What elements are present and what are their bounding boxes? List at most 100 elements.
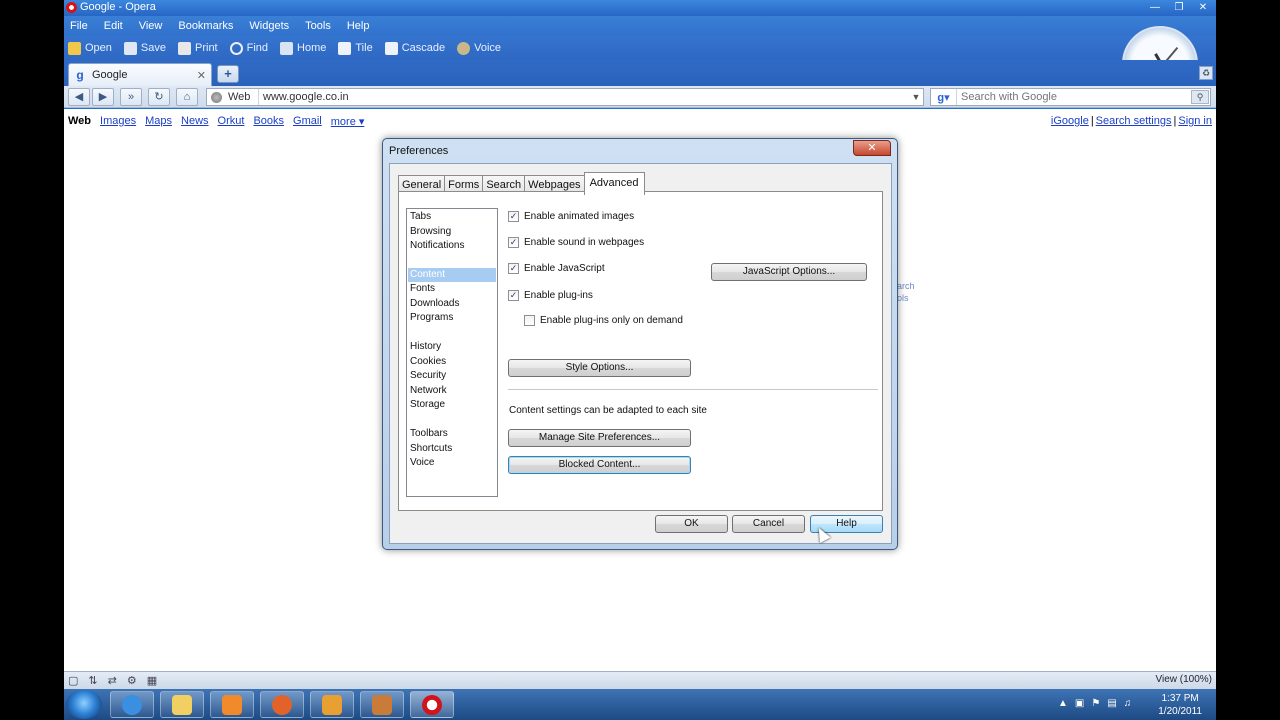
category-storage[interactable]: Storage: [408, 398, 496, 412]
new-tab-button[interactable]: +: [217, 65, 239, 83]
settings-icon[interactable]: ⚙: [127, 674, 137, 687]
checkbox-checked[interactable]: ✓: [508, 211, 519, 222]
menu-widgets[interactable]: Widgets: [249, 20, 289, 32]
forward-button[interactable]: ▶: [92, 88, 114, 106]
cascade-button[interactable]: Cascade: [384, 41, 445, 55]
search-go-icon[interactable]: ⚲: [1191, 90, 1209, 104]
menu-bookmarks[interactable]: Bookmarks: [178, 20, 233, 32]
checkbox-checked[interactable]: ✓: [508, 237, 519, 248]
minimize-button[interactable]: —: [1144, 0, 1166, 14]
taskbar-ie[interactable]: [110, 691, 154, 718]
home-nav-button[interactable]: ⌂: [176, 88, 198, 106]
igoogle-link[interactable]: iGoogle: [1051, 115, 1089, 127]
sound-checkbox[interactable]: ✓ Enable sound in webpages: [508, 237, 644, 248]
start-button[interactable]: [66, 690, 102, 719]
gbar-orkut[interactable]: Orkut: [218, 115, 245, 128]
category-downloads[interactable]: Downloads: [408, 297, 496, 311]
save-button[interactable]: Save: [123, 41, 166, 55]
category-network[interactable]: Network: [408, 384, 496, 398]
zoom-control[interactable]: View (100%): [1155, 674, 1212, 685]
ok-button[interactable]: OK: [655, 515, 728, 533]
javascript-options-button[interactable]: JavaScript Options...: [711, 263, 867, 281]
menu-view[interactable]: View: [139, 20, 163, 32]
image-icon[interactable]: ▦: [147, 674, 157, 687]
gbar-more[interactable]: more ▾: [331, 115, 365, 128]
search-engine-icon[interactable]: g▾: [931, 89, 957, 105]
javascript-checkbox[interactable]: ✓ Enable JavaScript: [508, 263, 605, 274]
tab-advanced[interactable]: Advanced: [583, 172, 645, 195]
back-button[interactable]: ◀: [68, 88, 90, 106]
gbar-images[interactable]: Images: [100, 115, 136, 128]
checkbox-checked[interactable]: ✓: [508, 263, 519, 274]
category-voice[interactable]: Voice: [408, 456, 496, 470]
style-options-button[interactable]: Style Options...: [508, 359, 691, 377]
tray-app-icon[interactable]: ▣: [1075, 698, 1084, 709]
sign-in-link[interactable]: Sign in: [1178, 115, 1212, 127]
trash-icon[interactable]: ♻: [1199, 66, 1213, 80]
volume-icon[interactable]: ♫: [1124, 698, 1132, 709]
home-button[interactable]: Home: [280, 41, 326, 55]
blocked-content-button[interactable]: Blocked Content...: [508, 456, 691, 474]
title-bar[interactable]: Google - Opera — ❐ ✕: [64, 0, 1216, 16]
taskbar-explorer[interactable]: [160, 691, 204, 718]
dialog-close-button[interactable]: ✕: [853, 140, 891, 156]
chevron-down-icon[interactable]: ▼: [909, 92, 923, 102]
network-tray-icon[interactable]: ▤: [1107, 698, 1116, 709]
category-notifications[interactable]: Notifications: [408, 239, 496, 253]
show-hidden-icons[interactable]: ▲: [1058, 698, 1068, 709]
plugins-checkbox[interactable]: ✓ Enable plug-ins: [508, 290, 593, 301]
address-field[interactable]: Web www.google.co.in ▼: [206, 88, 924, 106]
plugins-on-demand-checkbox[interactable]: Enable plug-ins only on demand: [524, 315, 683, 326]
print-button[interactable]: Print: [178, 41, 218, 55]
network-icon[interactable]: ⇄: [108, 674, 117, 687]
category-fonts[interactable]: Fonts: [408, 282, 496, 296]
gbar-gmail[interactable]: Gmail: [293, 115, 322, 128]
menu-file[interactable]: File: [70, 20, 88, 32]
taskbar-media[interactable]: [210, 691, 254, 718]
cancel-button[interactable]: Cancel: [732, 515, 805, 533]
gbar-news[interactable]: News: [181, 115, 209, 128]
category-history[interactable]: History: [408, 340, 496, 354]
restore-button[interactable]: ❐: [1168, 0, 1190, 14]
sync-icon[interactable]: ⇅: [88, 674, 97, 687]
find-button[interactable]: Find: [229, 41, 268, 55]
taskbar-clock[interactable]: 1:37 PM 1/20/2011: [1158, 692, 1202, 718]
tab-google[interactable]: g Google ✕: [68, 63, 212, 86]
security-badge[interactable]: Web: [207, 89, 259, 105]
category-tabs[interactable]: Tabs: [408, 210, 496, 224]
gbar-web[interactable]: Web: [68, 115, 91, 128]
category-list[interactable]: Tabs Browsing Notifications Content Font…: [406, 208, 498, 497]
animated-images-checkbox[interactable]: ✓ Enable animated images: [508, 211, 634, 222]
manage-site-preferences-button[interactable]: Manage Site Preferences...: [508, 429, 691, 447]
category-security[interactable]: Security: [408, 369, 496, 383]
url-text[interactable]: www.google.co.in: [263, 91, 909, 103]
taskbar-outlook[interactable]: [310, 691, 354, 718]
open-button[interactable]: Open: [68, 41, 112, 55]
category-programs[interactable]: Programs: [408, 311, 496, 325]
taskbar-tool[interactable]: [360, 691, 404, 718]
search-settings-link[interactable]: Search settings: [1096, 115, 1172, 127]
menu-tools[interactable]: Tools: [305, 20, 331, 32]
gbar-maps[interactable]: Maps: [145, 115, 172, 128]
category-cookies[interactable]: Cookies: [408, 355, 496, 369]
menu-help[interactable]: Help: [347, 20, 370, 32]
menu-edit[interactable]: Edit: [104, 20, 123, 32]
reload-button[interactable]: ↻: [148, 88, 170, 106]
flag-icon[interactable]: ⚑: [1091, 698, 1100, 709]
close-tab-icon[interactable]: ✕: [197, 69, 206, 82]
taskbar-opera[interactable]: [410, 691, 454, 718]
gbar-books[interactable]: Books: [253, 115, 284, 128]
search-field[interactable]: g▾ ⚲: [930, 88, 1211, 106]
category-browsing[interactable]: Browsing: [408, 225, 496, 239]
tile-button[interactable]: Tile: [338, 41, 373, 55]
search-input[interactable]: [961, 91, 1191, 103]
checkbox-checked[interactable]: ✓: [508, 290, 519, 301]
voice-button[interactable]: Voice: [457, 41, 501, 55]
panel-toggle-icon[interactable]: ▢: [68, 674, 78, 687]
taskbar-firefox[interactable]: [260, 691, 304, 718]
category-toolbars[interactable]: Toolbars: [408, 427, 496, 441]
close-window-button[interactable]: ✕: [1192, 0, 1214, 14]
category-shortcuts[interactable]: Shortcuts: [408, 442, 496, 456]
category-content[interactable]: Content: [408, 268, 496, 282]
checkbox-unchecked[interactable]: [524, 315, 535, 326]
